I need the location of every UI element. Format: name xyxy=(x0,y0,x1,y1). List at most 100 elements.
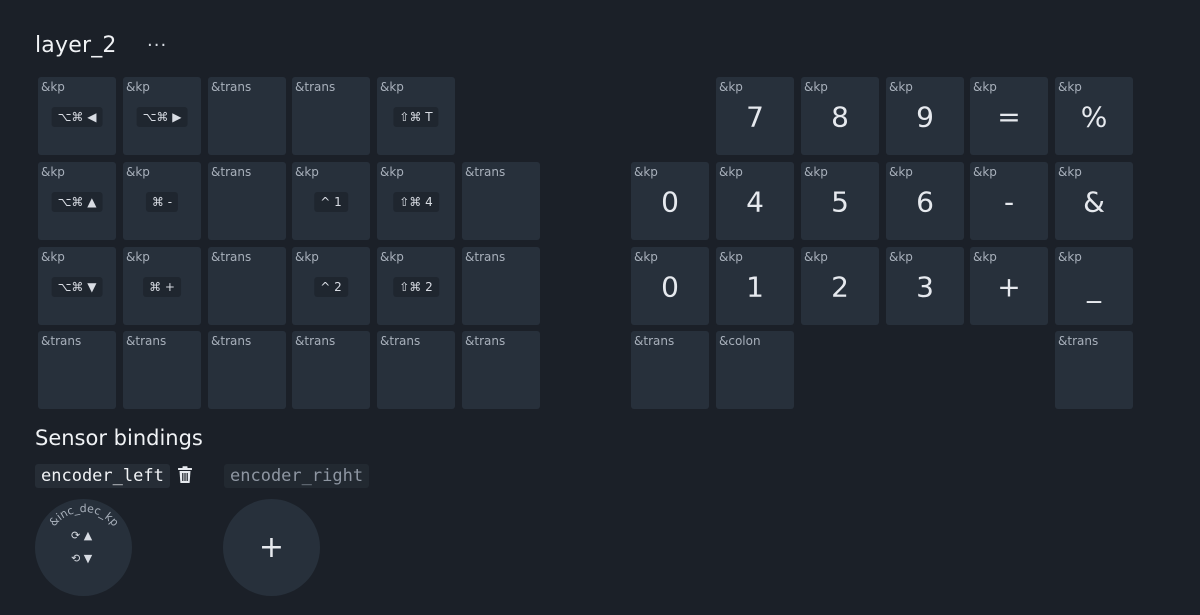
key-behavior: &kp xyxy=(804,250,828,264)
key-l-r1-c3[interactable]: &kp ^ 1 xyxy=(292,162,370,240)
key-param: + xyxy=(997,270,1021,304)
key-l-r3-c4[interactable]: &trans xyxy=(377,331,455,409)
key-param: ⌥⌘ ▼ xyxy=(51,277,103,297)
key-behavior: &kp xyxy=(634,165,658,179)
key-l-r1-c5[interactable]: &trans xyxy=(462,162,540,240)
key-l-r0-c2[interactable]: &trans xyxy=(208,77,286,155)
key-behavior: &trans xyxy=(465,165,506,179)
key-param: 8 xyxy=(831,100,849,134)
key-r-r0-c5[interactable]: &kp % xyxy=(1055,77,1133,155)
sensor-tab-encoder-left[interactable]: encoder_left xyxy=(35,464,170,488)
key-behavior: &trans xyxy=(380,334,421,348)
key-behavior: &kp xyxy=(889,80,913,94)
key-r-r0-c2[interactable]: &kp 8 xyxy=(801,77,879,155)
key-behavior: &kp xyxy=(295,165,319,179)
key-r-r3-c5[interactable]: &trans xyxy=(1055,331,1133,409)
key-l-r3-c2[interactable]: &trans xyxy=(208,331,286,409)
key-l-r2-c0[interactable]: &kp ⌥⌘ ▼ xyxy=(38,247,116,325)
key-r-r1-c1[interactable]: &kp 4 xyxy=(716,162,794,240)
key-r-r2-c4[interactable]: &kp + xyxy=(970,247,1048,325)
key-behavior: &trans xyxy=(211,165,252,179)
key-param: ^ 1 xyxy=(314,192,348,212)
key-l-r1-c2[interactable]: &trans xyxy=(208,162,286,240)
key-r-r3-c1[interactable]: &colon xyxy=(716,331,794,409)
key-l-r2-c5[interactable]: &trans xyxy=(462,247,540,325)
key-param: ⌥⌘ ◀ xyxy=(51,107,103,127)
key-l-r3-c0[interactable]: &trans xyxy=(38,331,116,409)
key-l-r2-c4[interactable]: &kp ⇧⌘ 2 xyxy=(377,247,455,325)
layer-title: layer_2 xyxy=(35,33,117,58)
sensor-bindings-title: Sensor bindings xyxy=(35,426,203,450)
key-l-r1-c4[interactable]: &kp ⇧⌘ 4 xyxy=(377,162,455,240)
key-behavior: &trans xyxy=(465,250,506,264)
key-r-r0-c4[interactable]: &kp = xyxy=(970,77,1048,155)
key-behavior: &kp xyxy=(41,80,65,94)
key-l-r3-c3[interactable]: &trans xyxy=(292,331,370,409)
key-behavior: &trans xyxy=(295,80,336,94)
key-behavior: &kp xyxy=(41,165,65,179)
key-param: ⌘ + xyxy=(143,277,181,297)
key-l-r3-c5[interactable]: &trans xyxy=(462,331,540,409)
key-l-r1-c1[interactable]: &kp ⌘ - xyxy=(123,162,201,240)
key-r-r2-c2[interactable]: &kp 2 xyxy=(801,247,879,325)
key-r-r2-c3[interactable]: &kp 3 xyxy=(886,247,964,325)
key-r-r2-c0[interactable]: &kp 0 xyxy=(631,247,709,325)
key-param: - xyxy=(1003,185,1015,219)
key-behavior: &kp xyxy=(889,165,913,179)
encoder-behavior: &inc_dec_kp xyxy=(47,502,122,529)
encoder-clockwise-binding: ⟳ ▲ xyxy=(71,529,93,542)
encoder-binding[interactable]: &inc_dec_kp ⟳ ▲ ⟲ ▼ xyxy=(35,499,132,596)
key-behavior: &kp xyxy=(380,250,404,264)
key-r-r1-c4[interactable]: &kp - xyxy=(970,162,1048,240)
key-l-r1-c0[interactable]: &kp ⌥⌘ ▲ xyxy=(38,162,116,240)
key-param: _ xyxy=(1087,270,1101,304)
key-l-r3-c1[interactable]: &trans xyxy=(123,331,201,409)
key-param: % xyxy=(1080,100,1108,134)
key-param: 7 xyxy=(746,100,764,134)
key-l-r2-c3[interactable]: &kp ^ 2 xyxy=(292,247,370,325)
trash-icon[interactable] xyxy=(177,466,193,488)
key-param: ^ 2 xyxy=(314,277,348,297)
key-behavior: &kp xyxy=(41,250,65,264)
key-param: 9 xyxy=(916,100,934,134)
key-param: 0 xyxy=(661,185,679,219)
key-behavior: &kp xyxy=(719,165,743,179)
key-param: 3 xyxy=(916,270,934,304)
key-r-r2-c5[interactable]: &kp _ xyxy=(1055,247,1133,325)
key-l-r2-c1[interactable]: &kp ⌘ + xyxy=(123,247,201,325)
key-behavior: &kp xyxy=(126,165,150,179)
key-param: ⇧⌘ T xyxy=(393,107,439,127)
key-behavior: &kp xyxy=(380,165,404,179)
key-param: ⌥⌘ ▶ xyxy=(136,107,188,127)
key-r-r1-c3[interactable]: &kp 6 xyxy=(886,162,964,240)
svg-text:&inc_dec_kp: &inc_dec_kp xyxy=(47,502,122,529)
key-l-r0-c3[interactable]: &trans xyxy=(292,77,370,155)
key-r-r1-c0[interactable]: &kp 0 xyxy=(631,162,709,240)
key-behavior: &kp xyxy=(973,80,997,94)
key-l-r0-c4[interactable]: &kp ⇧⌘ T xyxy=(377,77,455,155)
key-r-r2-c1[interactable]: &kp 1 xyxy=(716,247,794,325)
key-param: = xyxy=(997,100,1021,134)
key-param: 1 xyxy=(746,270,764,304)
key-param: 0 xyxy=(661,270,679,304)
key-param: ⌘ - xyxy=(145,192,179,212)
key-behavior: &kp xyxy=(889,250,913,264)
key-r-r1-c5[interactable]: &kp & xyxy=(1055,162,1133,240)
sensor-tab-encoder-right[interactable]: encoder_right xyxy=(224,464,370,488)
key-r-r1-c2[interactable]: &kp 5 xyxy=(801,162,879,240)
key-param: & xyxy=(1083,185,1105,219)
key-behavior: &trans xyxy=(465,334,506,348)
key-l-r0-c1[interactable]: &kp ⌥⌘ ▶ xyxy=(123,77,201,155)
layer-menu-button[interactable]: ··· xyxy=(147,37,167,55)
add-sensor-binding-button[interactable]: + xyxy=(223,499,320,596)
key-behavior: &kp xyxy=(380,80,404,94)
key-behavior: &trans xyxy=(295,334,336,348)
key-param: ⇧⌘ 4 xyxy=(393,192,439,212)
encoder-behavior-arc: &inc_dec_kp xyxy=(47,502,122,529)
key-r-r0-c3[interactable]: &kp 9 xyxy=(886,77,964,155)
key-l-r2-c2[interactable]: &trans xyxy=(208,247,286,325)
key-r-r3-c0[interactable]: &trans xyxy=(631,331,709,409)
key-l-r0-c0[interactable]: &kp ⌥⌘ ◀ xyxy=(38,77,116,155)
key-behavior: &kp xyxy=(973,250,997,264)
key-r-r0-c1[interactable]: &kp 7 xyxy=(716,77,794,155)
